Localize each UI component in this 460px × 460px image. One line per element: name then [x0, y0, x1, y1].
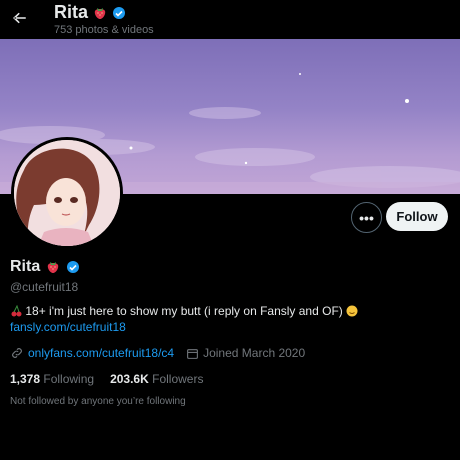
strawberry-emoji-icon: [94, 7, 106, 19]
link-icon: [12, 348, 22, 358]
verified-badge-icon: [113, 6, 126, 19]
following-count: 1,378: [10, 372, 41, 386]
more-options-button[interactable]: •••: [351, 202, 382, 233]
following-stat[interactable]: 1,378 Following: [10, 372, 94, 386]
verified-badge-icon: [67, 261, 80, 273]
followers-stat[interactable]: 203.6K Followers: [110, 372, 203, 386]
profile-stats: 1,378 Following 203.6K Followers: [10, 372, 203, 386]
profile-handle: @cutefruit18: [10, 280, 79, 294]
header-post-count: 753 photos & videos: [54, 24, 154, 36]
strawberry-emoji-icon: [48, 262, 59, 273]
profile-meta: onlyfans.com/cutefruit18/c4 Joined March…: [10, 346, 305, 360]
profile-avatar[interactable]: [11, 137, 123, 249]
smile-emoji-icon: [346, 305, 358, 317]
more-icon: •••: [359, 209, 374, 226]
followers-count: 203.6K: [110, 372, 149, 386]
joined-date: Joined March 2020: [203, 346, 306, 360]
calendar-icon: [187, 348, 198, 359]
profile-bio: 18+ i'm just here to show my butt (i rep…: [10, 304, 358, 318]
avatar-image: [14, 140, 120, 246]
header-name: Rita: [54, 2, 126, 23]
not-followed-note: Not followed by anyone you’re following: [10, 396, 186, 407]
followers-label: Followers: [152, 372, 204, 386]
bio-link[interactable]: fansly.com/cutefruit18: [10, 320, 126, 334]
profile-name-text: Rita: [10, 258, 41, 275]
follow-button[interactable]: Follow: [386, 202, 448, 231]
following-label: Following: [43, 372, 95, 386]
profile-name: Rita: [10, 258, 80, 276]
bio-text: 18+ i'm just here to show my butt (i rep…: [25, 304, 343, 318]
website-link[interactable]: onlyfans.com/cutefruit18/c4: [28, 346, 174, 360]
cherry-emoji-icon: [11, 304, 22, 317]
back-arrow-icon[interactable]: [10, 8, 28, 28]
top-bar: Rita 753 photos & videos: [0, 0, 460, 39]
header-name-text: Rita: [54, 2, 89, 22]
